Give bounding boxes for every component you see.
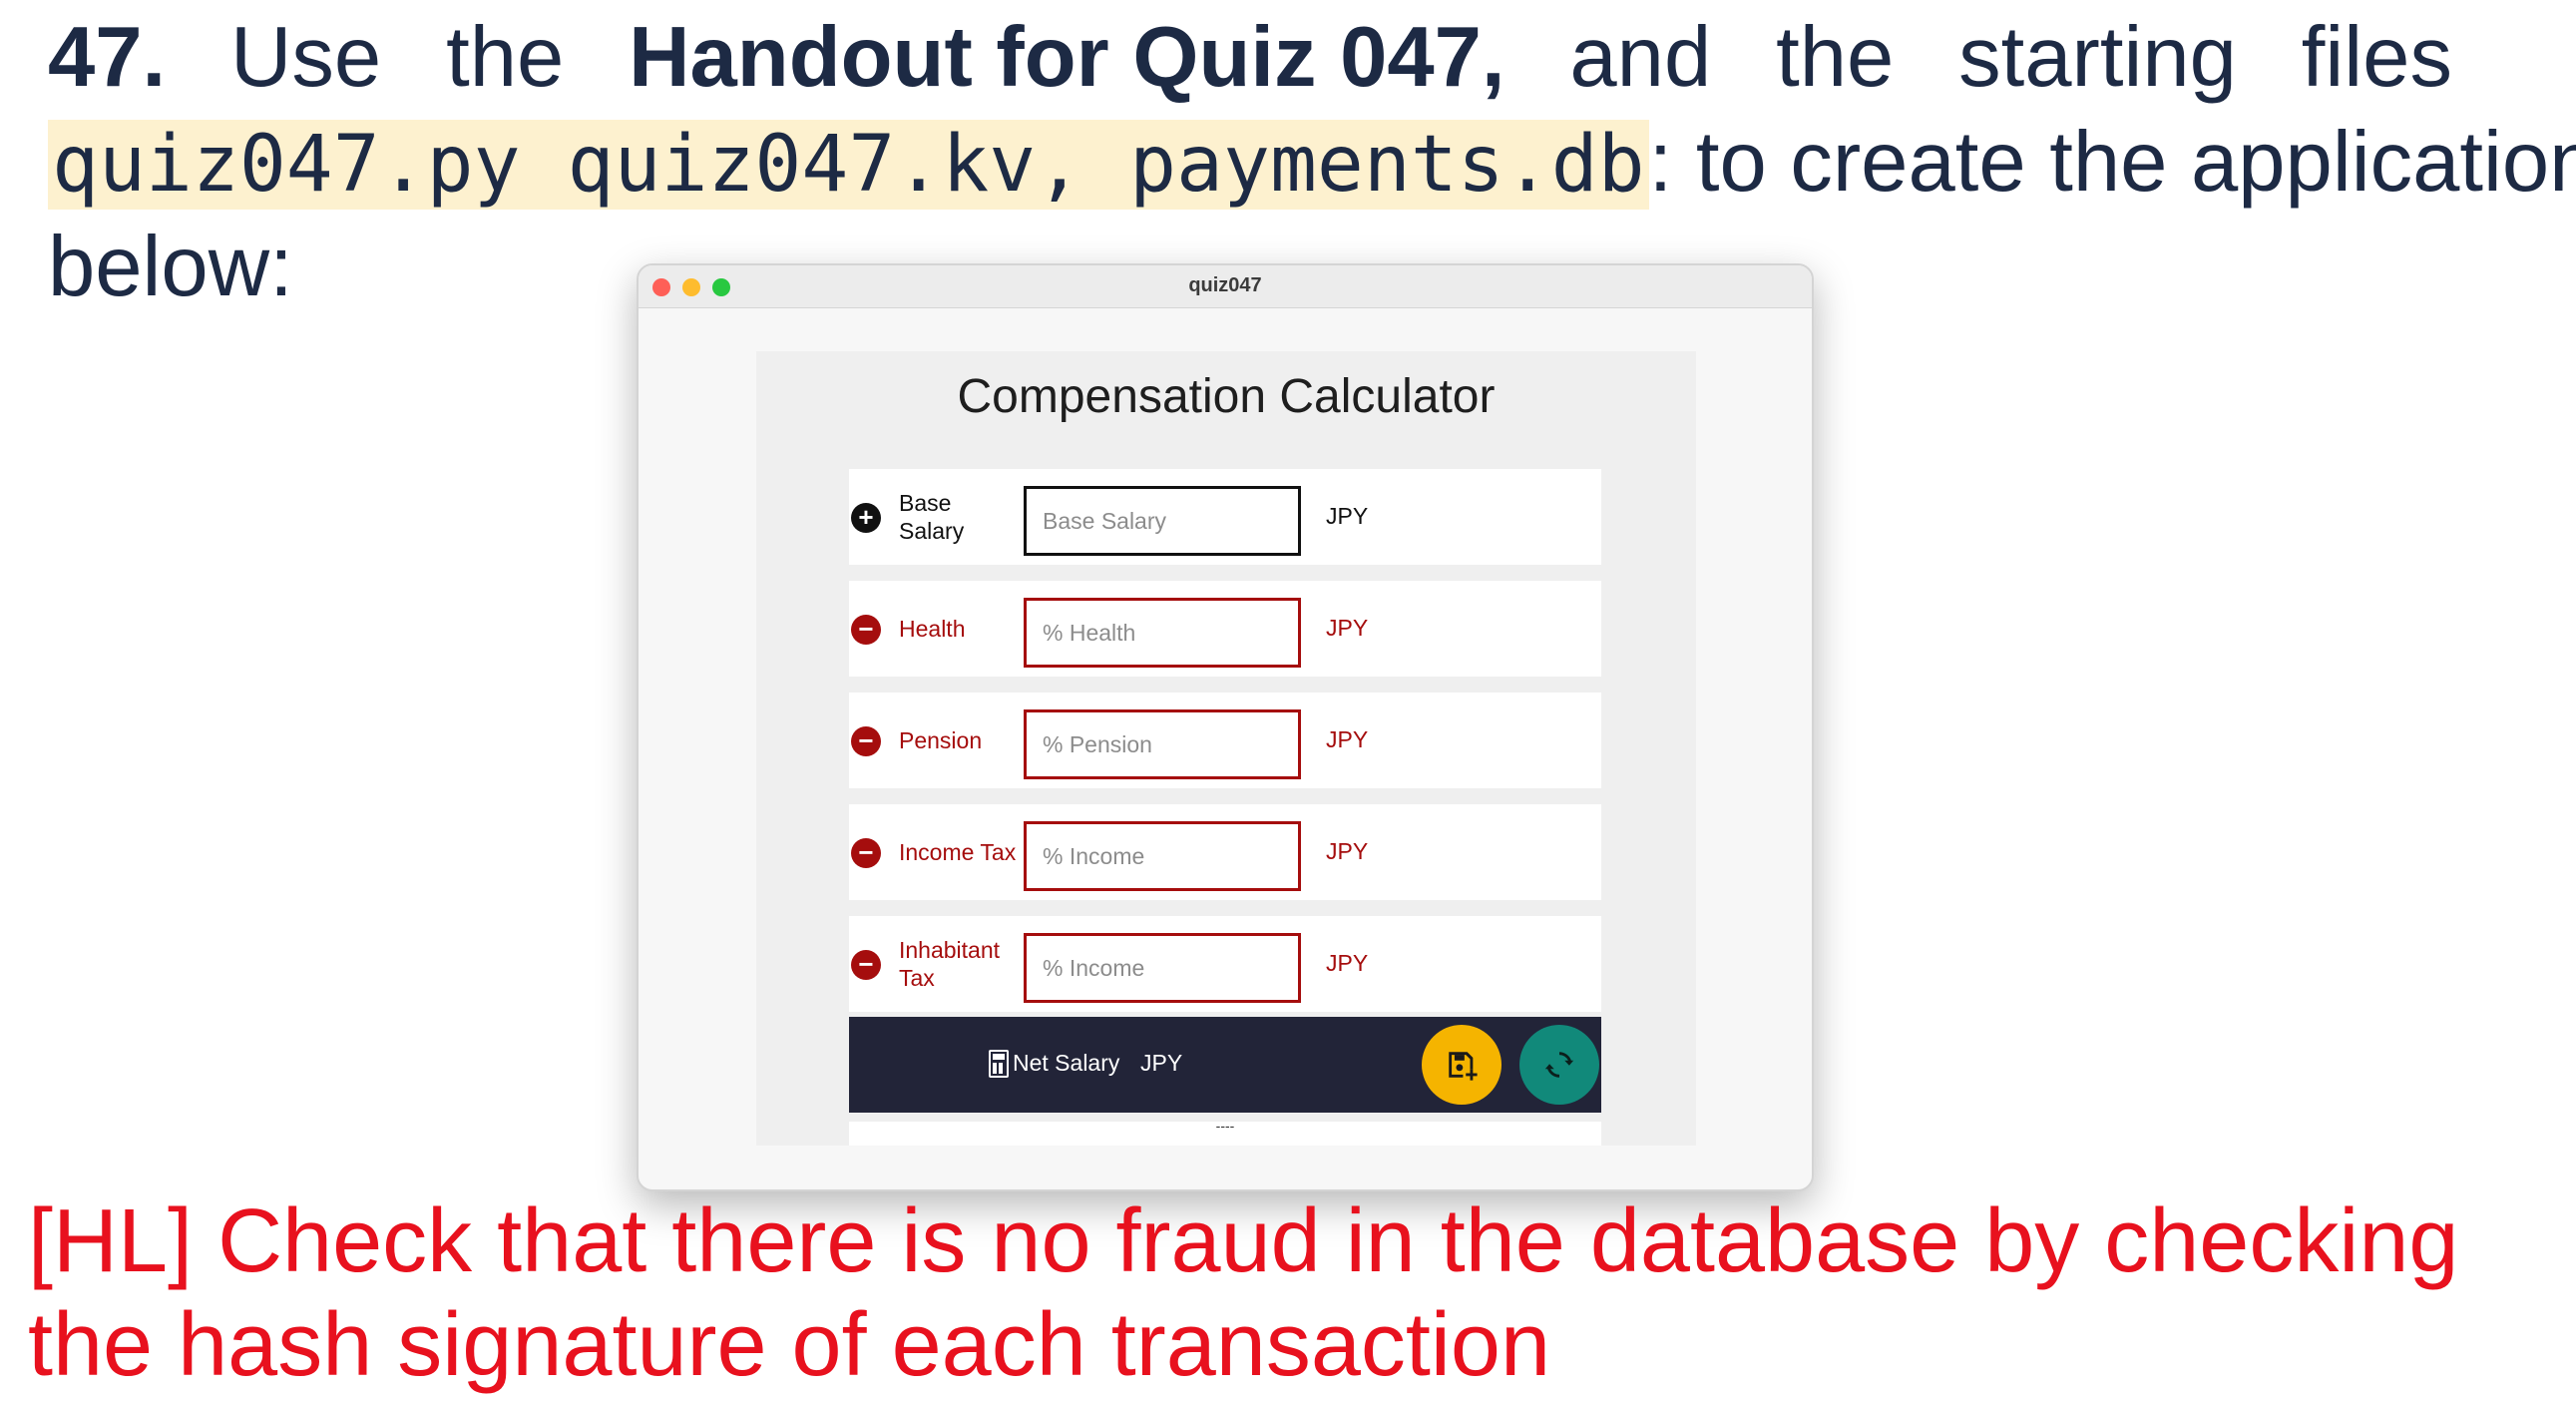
minus-circle-icon: − <box>851 615 881 645</box>
word: the <box>1776 10 1895 105</box>
minus-circle-icon: − <box>851 838 881 868</box>
row-label: Health <box>899 616 966 642</box>
net-salary-bar: Net Salary JPY <box>849 1017 1601 1113</box>
inhabitant-tax-percent-input[interactable]: % Income <box>1024 933 1301 1003</box>
question-line-2: quiz047.py quiz047.kv, payments.db: to c… <box>48 113 2576 215</box>
results-strip: ---- <box>849 1118 1601 1146</box>
handout-title: Handout for Quiz 047, <box>629 10 1505 105</box>
word: the <box>446 10 565 105</box>
app-window: quiz047 Compensation Calculator + Base S… <box>637 263 1814 1191</box>
currency-unit: JPY <box>1326 950 1369 976</box>
currency-unit: JPY <box>1326 726 1369 752</box>
row-label: Pension <box>899 727 983 753</box>
net-salary-label: Net Salary <box>1013 1050 1120 1076</box>
calculator-panel: Compensation Calculator + Base Salary Ba… <box>756 351 1696 1146</box>
refresh-icon <box>1544 1052 1574 1078</box>
row-health: − Health % Health JPY <box>849 581 1601 677</box>
income-tax-percent-input[interactable]: % Income <box>1024 821 1301 891</box>
minus-circle-icon: − <box>851 726 881 756</box>
word: and <box>1569 10 1712 105</box>
hl-note: [HL] Check that there is no fraud in the… <box>28 1191 2459 1395</box>
results-placeholder: ---- <box>1215 1118 1235 1134</box>
row-base-salary: + Base Salary Base Salary JPY <box>849 469 1601 565</box>
row-label: Base Salary <box>899 490 965 544</box>
word: starting <box>1958 10 2237 105</box>
question-number: 47. <box>48 10 167 105</box>
starting-files-highlight: quiz047.py quiz047.kv, payments.db <box>48 120 1649 210</box>
currency-unit: JPY <box>1326 838 1369 864</box>
currency-unit: JPY <box>1326 615 1369 641</box>
row-label: Income Tax <box>899 839 1017 865</box>
save-plus-icon <box>1449 1052 1478 1081</box>
minus-circle-icon: − <box>851 950 881 980</box>
net-salary-unit: JPY <box>1140 1050 1183 1076</box>
currency-unit: JPY <box>1326 503 1369 529</box>
question-line-3: below: <box>48 220 293 314</box>
word: Use <box>230 10 382 105</box>
pension-percent-input[interactable]: % Pension <box>1024 709 1301 779</box>
plus-circle-icon: + <box>851 503 881 533</box>
refresh-button[interactable] <box>1519 1025 1599 1105</box>
window-title: quiz047 <box>1188 274 1262 296</box>
base-salary-input[interactable]: Base Salary <box>1024 486 1301 556</box>
question-line-1: 47. Use the Handout for Quiz 047, and th… <box>48 8 2452 108</box>
word: files <box>2301 10 2452 105</box>
save-button[interactable] <box>1422 1025 1502 1105</box>
window-titlebar: quiz047 <box>639 265 1812 308</box>
calculator-icon <box>989 1050 1009 1078</box>
question-line-2-tail: : to create the application <box>1648 115 2576 210</box>
health-percent-input[interactable]: % Health <box>1024 598 1301 668</box>
row-inhabitant-tax: − Inhabitant Tax % Income JPY <box>849 916 1601 1012</box>
row-income-tax: − Income Tax % Income JPY <box>849 804 1601 900</box>
app-title: Compensation Calculator <box>957 370 1496 423</box>
row-pension: − Pension % Pension JPY <box>849 693 1601 788</box>
row-label: Inhabitant Tax <box>899 937 1001 991</box>
